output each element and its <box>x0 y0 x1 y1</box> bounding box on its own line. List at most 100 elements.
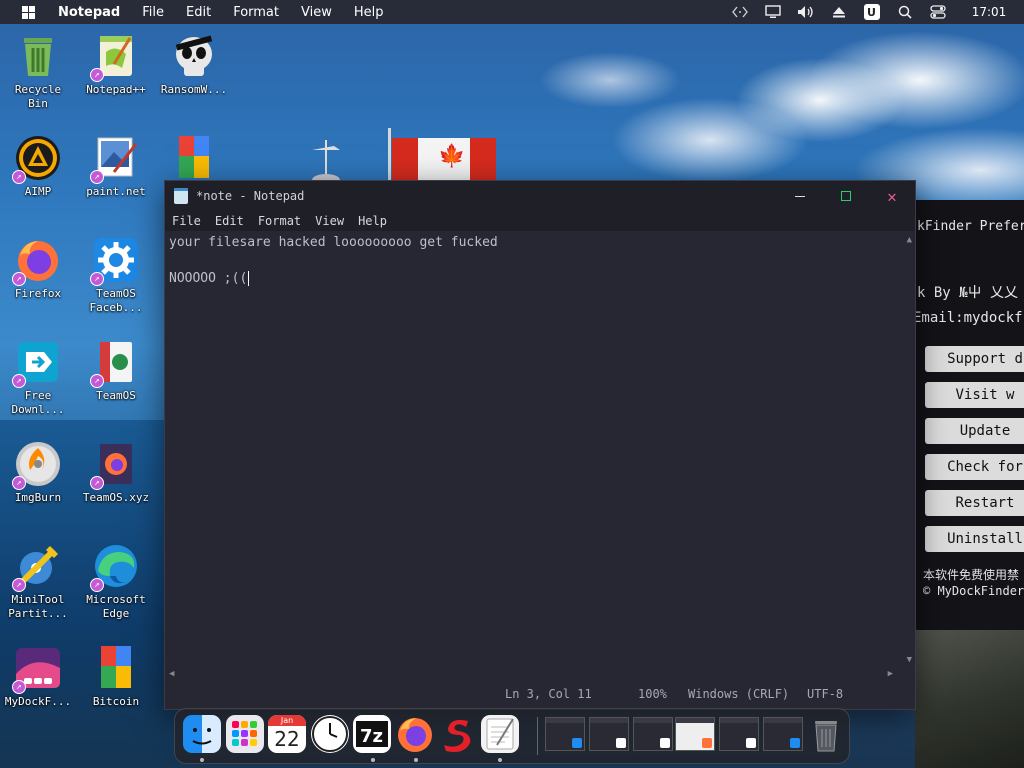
user-icon[interactable]: U <box>855 0 888 24</box>
desktop-icon-recycle-bin[interactable]: Recycle Bin <box>0 32 76 111</box>
desktop-icon-label: paint.net <box>86 185 146 198</box>
check-for-updates-button[interactable]: Check for <box>925 454 1024 480</box>
notepad-titlebar[interactable]: *note - Notepad ✕ <box>165 181 915 211</box>
update-button[interactable]: Update <box>925 418 1024 444</box>
desktop-icon-label: TeamOS Faceb... <box>89 287 143 314</box>
menu-app-name[interactable]: Notepad <box>58 5 120 20</box>
notepad-icon <box>174 188 188 204</box>
restart-button[interactable]: Restart <box>925 490 1024 516</box>
notepadpp-icon: ↗ <box>90 32 140 82</box>
launchpad-icon[interactable] <box>226 715 264 753</box>
scroll-up-arrow-icon[interactable]: ▲ <box>907 235 912 245</box>
control-center-icon[interactable] <box>921 0 954 24</box>
desktop-icon-mydockfinder[interactable]: ↗ MyDockF... <box>0 644 76 709</box>
s-app-icon[interactable] <box>438 715 476 753</box>
support-button[interactable]: Support d <box>925 346 1024 372</box>
shortcut-arrow-icon: ↗ <box>12 170 26 184</box>
desktop-icon-free-download[interactable]: ↗ Free Downl... <box>0 338 76 417</box>
scroll-left-arrow-icon[interactable]: ◀ <box>169 669 174 679</box>
7zip-icon[interactable]: 7z <box>353 715 391 753</box>
scroll-right-arrow-icon[interactable]: ▶ <box>888 669 893 679</box>
visit-website-button[interactable]: Visit w <box>925 382 1024 408</box>
calendar-day: 22 <box>274 727 300 751</box>
menu-help[interactable]: Help <box>354 5 384 20</box>
line-ending: Windows (CRLF) <box>688 687 790 701</box>
desktop-icon-firefox[interactable]: ↗ Firefox <box>0 236 76 301</box>
desktop-icon-aimp[interactable]: ↗ AIMP <box>0 134 76 199</box>
7zip-badge-icon <box>746 738 756 748</box>
maximize-icon <box>841 191 851 201</box>
desktop-icon-label: MiniTool Partit... <box>8 593 68 620</box>
desktop-icon-bitcoin[interactable]: Bitcoin <box>78 644 154 709</box>
shortcut-arrow-icon: ↗ <box>90 170 104 184</box>
desktop-icon-label: RansomW... <box>160 83 228 96</box>
search-icon[interactable] <box>888 0 921 24</box>
scroll-down-arrow-icon[interactable]: ▼ <box>907 655 912 665</box>
uninstall-button[interactable]: Uninstall <box>925 526 1024 552</box>
text-editor-area[interactable]: your filesare hacked looooooooo get fuck… <box>165 231 915 679</box>
desktop-icon-label: MyDockF... <box>4 695 72 708</box>
desktop-icon-label: TeamOS.xyz <box>82 491 150 504</box>
desktop-icon-label: Recycle Bin <box>14 83 62 110</box>
gear-icon: ↗ <box>90 236 140 286</box>
menu-file[interactable]: File <box>142 5 164 20</box>
clock[interactable]: 17:01 <box>954 5 1024 19</box>
finder-icon[interactable] <box>183 715 221 753</box>
trash-icon[interactable] <box>807 715 845 753</box>
start-button[interactable] <box>0 0 58 24</box>
maximize-button[interactable] <box>823 181 869 211</box>
desktop-icon-teamos-xyz[interactable]: ↗ TeamOS.xyz <box>78 440 154 505</box>
np-menu-format[interactable]: Format <box>258 214 301 228</box>
shortcut-arrow-icon: ↗ <box>90 374 104 388</box>
desktop-icon-paintnet[interactable]: ↗ paint.net <box>78 134 154 199</box>
code-icon[interactable] <box>723 0 756 24</box>
aimp-icon: ↗ <box>12 134 62 184</box>
prefs-email: Email:mydockf <box>913 310 1023 326</box>
firefox-icon: ↗ <box>12 236 62 286</box>
teamos-xyz-icon: ↗ <box>90 440 140 490</box>
desktop-icon-minitool[interactable]: ↗ MiniTool Partit... <box>0 542 76 621</box>
finder-badge-icon <box>572 738 582 748</box>
notepad-menubar: File Edit Format View Help <box>165 211 915 231</box>
minitool-icon: ↗ <box>12 542 62 592</box>
minimize-button[interactable] <box>777 181 823 211</box>
system-tray: U 17:01 <box>723 0 1024 24</box>
window-thumbnail[interactable] <box>719 717 759 751</box>
desktop-icon-label: ImgBurn <box>14 491 62 504</box>
calendar-icon[interactable]: Jan 22 <box>268 715 306 753</box>
close-button[interactable]: ✕ <box>869 181 915 211</box>
menu-format[interactable]: Format <box>233 5 279 20</box>
desktop-icon-teamos[interactable]: ↗ TeamOS <box>78 338 154 403</box>
clock-icon[interactable] <box>311 715 349 753</box>
desktop-icon-label: Free Downl... <box>11 389 65 416</box>
text-caret <box>248 271 250 286</box>
window-thumbnail[interactable] <box>633 717 673 751</box>
notepad-icon[interactable] <box>481 715 519 753</box>
dock-separator <box>537 717 538 755</box>
window-thumbnail[interactable] <box>675 717 715 751</box>
close-icon: ✕ <box>887 186 897 206</box>
firefox-icon[interactable] <box>396 715 434 753</box>
np-menu-edit[interactable]: Edit <box>215 214 244 228</box>
menu-view[interactable]: View <box>301 5 332 20</box>
desktop-icon-google-docs[interactable] <box>156 134 232 185</box>
window-thumbnail[interactable] <box>545 717 585 751</box>
np-menu-help[interactable]: Help <box>358 214 387 228</box>
zoom-level: 100% <box>638 687 667 701</box>
desktop-icon-imgburn[interactable]: ↗ ImgBurn <box>0 440 76 505</box>
window-thumbnail[interactable] <box>589 717 629 751</box>
volume-icon[interactable] <box>789 0 822 24</box>
desktop-icon-edge[interactable]: ↗ Microsoft Edge <box>78 542 154 621</box>
np-menu-file[interactable]: File <box>172 214 201 228</box>
desktop-icon-ransomware[interactable]: RansomW... <box>156 32 232 97</box>
np-menu-view[interactable]: View <box>315 214 344 228</box>
monitor-icon[interactable] <box>756 0 789 24</box>
mydockfinder-icon: ↗ <box>12 644 62 694</box>
dock: Jan 22 7z <box>174 708 850 764</box>
eject-icon[interactable] <box>822 0 855 24</box>
desktop-icon-teamos-facebook[interactable]: ↗ TeamOS Faceb... <box>78 236 154 315</box>
desktop-icon-notepadpp[interactable]: ↗ Notepad++ <box>78 32 154 97</box>
menu-edit[interactable]: Edit <box>186 5 211 20</box>
teamos-icon: ↗ <box>90 338 140 388</box>
window-thumbnail[interactable] <box>763 717 803 751</box>
